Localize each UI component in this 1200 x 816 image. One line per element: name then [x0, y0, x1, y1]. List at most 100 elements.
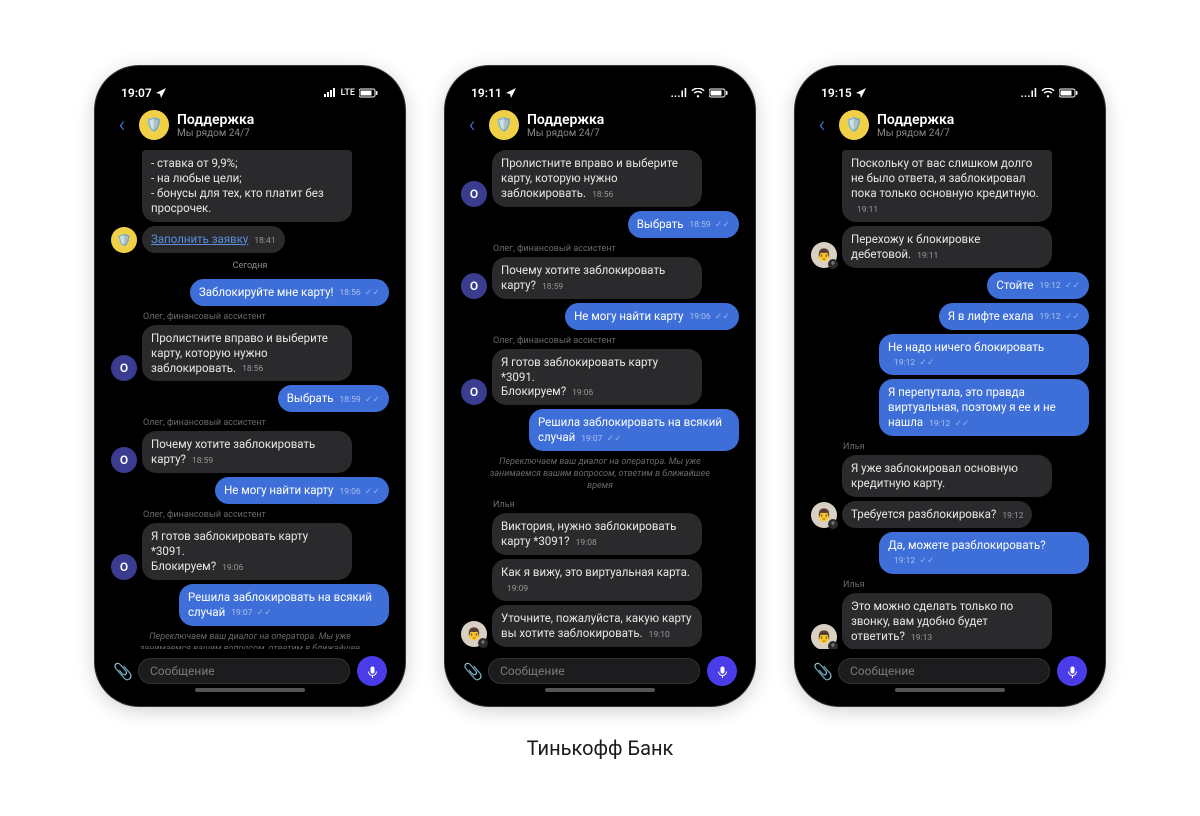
- message-text: Поскольку от вас слишком долго не было о…: [851, 156, 1039, 200]
- message-text: Выбрать: [637, 217, 684, 231]
- message-text: Заблокируйте мне карту!: [199, 285, 334, 299]
- message-out[interactable]: Решила заблокировать на всякий случай19:…: [461, 409, 739, 451]
- message-time: 19:11: [917, 251, 938, 262]
- status-time: 19:07: [121, 86, 152, 100]
- message-time: 19:06 ✓✓: [690, 312, 731, 324]
- mic-icon: [1066, 665, 1079, 678]
- attach-icon[interactable]: 📎: [113, 662, 131, 681]
- message-in[interactable]: О Пролистните вправо и выберите карту, к…: [111, 325, 389, 382]
- sender-label: Илья: [843, 442, 1089, 452]
- chat-body[interactable]: Поскольку от вас слишком долго не было о…: [805, 148, 1095, 649]
- home-indicator[interactable]: [895, 688, 1005, 692]
- avatar-ilya: 👨+: [461, 621, 487, 647]
- message-link[interactable]: Заполнить заявку: [151, 232, 248, 246]
- avatar-spacer: [111, 196, 137, 222]
- avatar-spacer: [461, 575, 487, 601]
- avatar-ilya: 👨+: [811, 502, 837, 528]
- phone-notch: [180, 76, 320, 99]
- message-text: Почему хотите заблокировать карту?: [151, 437, 315, 466]
- message-in[interactable]: 👨+ Требуется разблокировка?19:12: [811, 501, 1089, 528]
- header-avatar[interactable]: 🛡️: [139, 110, 169, 140]
- mic-button[interactable]: [357, 656, 387, 686]
- chat-body[interactable]: - ставка от 9,9%;- на любые цели;- бонус…: [105, 148, 395, 649]
- message-text: Да, можете разблокировать?: [888, 538, 1046, 552]
- avatar-tinkoff: 🛡️: [111, 227, 137, 253]
- date-divider: Сегодня: [111, 261, 389, 271]
- message-text: Не могу найти карту: [224, 483, 333, 497]
- back-button[interactable]: ‹: [463, 113, 481, 138]
- chat-header: ‹ 🛡️ Поддержка Мы рядом 24/7: [455, 106, 745, 148]
- mic-icon: [716, 665, 729, 678]
- phone-mockup: 19:07 LTE ‹ 🛡️ Поддержка Мы рядом 24/7 -…: [95, 66, 405, 706]
- chat-header: ‹ 🛡️ Поддержка Мы рядом 24/7: [105, 106, 395, 148]
- message-text: Решила заблокировать на всякий случай: [538, 415, 722, 444]
- message-time: 19:09: [507, 584, 528, 595]
- message-time: 19:06: [572, 388, 593, 399]
- message-in[interactable]: 👨+ Это можно сделать только по звонку, в…: [811, 593, 1089, 649]
- message-in[interactable]: - ставка от 9,9%;- на любые цели;- бонус…: [111, 150, 389, 222]
- message-in[interactable]: О Я готов заблокировать карту *3091.Блок…: [111, 523, 389, 580]
- message-in[interactable]: Виктория, нужно заблокировать карту *309…: [461, 513, 739, 555]
- mic-button[interactable]: [707, 656, 737, 686]
- message-input[interactable]: Сообщение: [138, 658, 350, 684]
- message-in[interactable]: 👨+ Уточните, пожалуйста, какую карту вы …: [461, 605, 739, 647]
- chat-subtitle: Мы рядом 24/7: [527, 128, 737, 139]
- message-in[interactable]: Поскольку от вас слишком долго не было о…: [811, 150, 1089, 222]
- read-checks-icon: ✓✓: [917, 556, 934, 566]
- message-out[interactable]: Не надо ничего блокировать19:12 ✓✓: [811, 334, 1089, 376]
- header-avatar[interactable]: 🛡️: [489, 110, 519, 140]
- back-button[interactable]: ‹: [113, 113, 131, 138]
- sender-label: Олег, финансовый ассистент: [493, 244, 739, 254]
- message-in[interactable]: О Почему хотите заблокировать карту?18:5…: [111, 431, 389, 473]
- attach-icon[interactable]: 📎: [463, 662, 481, 681]
- chat-header: ‹ 🛡️ Поддержка Мы рядом 24/7: [805, 106, 1095, 148]
- message-text: Я перепутала, это правда виртуальная, по…: [888, 385, 1056, 429]
- message-in[interactable]: Как я вижу, это виртуальная карта.19:09: [461, 559, 739, 601]
- message-in[interactable]: 🛡️ Заполнить заявку 18:41: [111, 226, 389, 253]
- message-text: Стойте: [996, 278, 1033, 292]
- status-time: 19:15: [821, 86, 852, 100]
- chat-body[interactable]: О Пролистните вправо и выберите карту, к…: [455, 148, 745, 649]
- message-time: 18:59 ✓✓: [340, 395, 381, 407]
- mic-button[interactable]: [1057, 656, 1087, 686]
- message-in[interactable]: О Почему хотите заблокировать карту?18:5…: [461, 257, 739, 299]
- home-indicator[interactable]: [545, 688, 655, 692]
- message-time: 18:41: [254, 236, 275, 247]
- message-out[interactable]: Заблокируйте мне карту!18:56 ✓✓: [111, 279, 389, 306]
- back-button[interactable]: ‹: [813, 113, 831, 138]
- message-time: 19:13: [911, 633, 932, 644]
- message-out[interactable]: Не могу найти карту19:06 ✓✓: [461, 303, 739, 330]
- chat-title: Поддержка: [877, 112, 1087, 128]
- message-out[interactable]: Я в лифте ехала19:12 ✓✓: [811, 303, 1089, 330]
- avatar-oleg: О: [111, 447, 137, 473]
- message-in[interactable]: Я уже заблокировал основную кредитную ка…: [811, 455, 1089, 497]
- message-in[interactable]: О Я готов заблокировать карту *3091.Блок…: [461, 349, 739, 406]
- message-in[interactable]: 👨+ Перехожу к блокировке дебетовой.19:11: [811, 226, 1089, 268]
- message-out[interactable]: Я перепутала, это правда виртуальная, по…: [811, 379, 1089, 436]
- message-out[interactable]: Решила заблокировать на всякий случай19:…: [111, 584, 389, 626]
- chat-title: Поддержка: [177, 112, 387, 128]
- header-avatar[interactable]: 🛡️: [839, 110, 869, 140]
- read-checks-icon: ✓✓: [363, 288, 380, 298]
- message-time: 19:12 ✓✓: [1040, 312, 1081, 324]
- message-out[interactable]: Стойте19:12 ✓✓: [811, 272, 1089, 299]
- message-time: 18:59: [542, 282, 563, 293]
- read-checks-icon: ✓✓: [363, 395, 380, 405]
- message-out[interactable]: Выбрать18:59 ✓✓: [461, 211, 739, 238]
- home-indicator[interactable]: [195, 688, 305, 692]
- attach-icon[interactable]: 📎: [813, 662, 831, 681]
- read-checks-icon: ✓✓: [952, 419, 969, 429]
- message-time: 19:07 ✓✓: [231, 608, 272, 620]
- message-out[interactable]: Да, можете разблокировать?19:12 ✓✓: [811, 532, 1089, 574]
- message-out[interactable]: Выбрать18:59 ✓✓: [111, 385, 389, 412]
- message-input[interactable]: Сообщение: [488, 658, 700, 684]
- message-time: 18:56: [592, 190, 613, 201]
- message-out[interactable]: Не могу найти карту19:06 ✓✓: [111, 477, 389, 504]
- read-checks-icon: ✓✓: [713, 312, 730, 322]
- message-in[interactable]: О Пролистните вправо и выберите карту, к…: [461, 150, 739, 207]
- read-checks-icon: ✓✓: [713, 220, 730, 230]
- avatar-oleg: О: [461, 273, 487, 299]
- phone-screen: 19:07 LTE ‹ 🛡️ Поддержка Мы рядом 24/7 -…: [105, 76, 395, 696]
- avatar-oleg: О: [461, 181, 487, 207]
- message-input[interactable]: Сообщение: [838, 658, 1050, 684]
